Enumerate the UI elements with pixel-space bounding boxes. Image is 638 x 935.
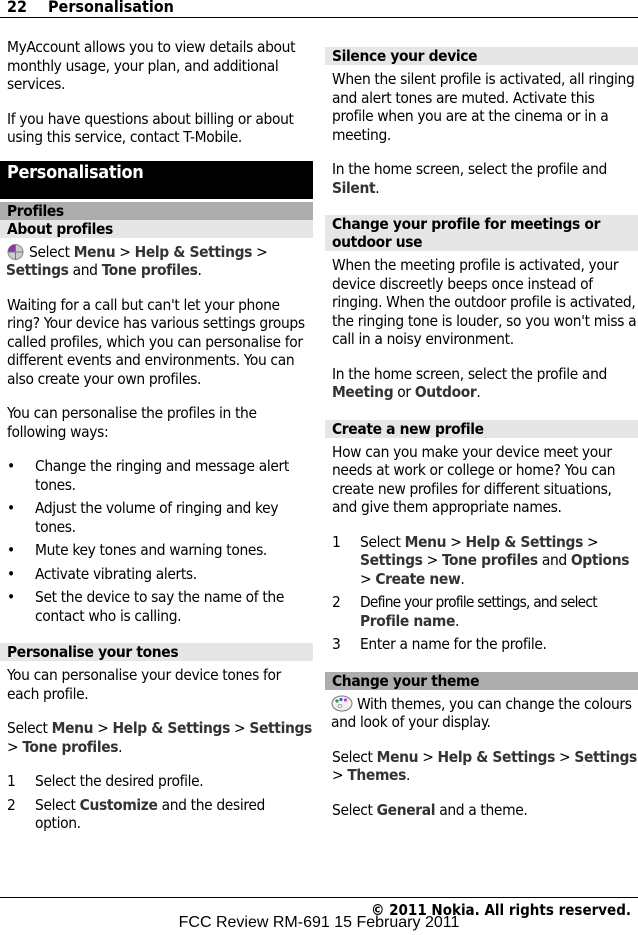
topic-title: Silence your device: [325, 47, 638, 65]
instruction: In the home screen, select the profile a…: [332, 364, 607, 402]
list-item: • Change the ringing and message alert to…: [7, 457, 289, 494]
settings-app-icon: [7, 243, 24, 260]
section-title: Personalisation: [0, 160, 313, 199]
left-column: MyAccount allows you to view details abo…: [0, 38, 313, 849]
list-item: 2 Select Customize and the desired option…: [7, 795, 265, 833]
topic-title: Personalise your tones: [0, 643, 313, 661]
intro-paragraph: MyAccount allows you to view details abo…: [7, 38, 296, 93]
list-item: • Activate vibrating alerts.: [7, 564, 197, 583]
navigation-path: Select Menu > Help & Settings > Settings…: [6, 242, 268, 280]
list-item: 3 Enter a name for the profile.: [332, 635, 547, 653]
list-item: • Set the device to say the name of the c…: [7, 588, 285, 625]
topic-title: About profiles: [0, 219, 313, 238]
body-paragraph: How can you make your device meet your n…: [332, 442, 616, 517]
chapter-title: Personalisation: [48, 0, 174, 16]
body-paragraph: When the silent profile is activated, al…: [332, 70, 635, 144]
navigation-path: Select Menu > Help & Settings > Settings…: [7, 719, 312, 756]
page-header: 22 Personalisation: [0, 0, 638, 18]
topic-title: Create a new profile: [325, 419, 638, 438]
body-paragraph: You can personalise the profiles in the …: [7, 404, 257, 441]
navigation-path: Select Menu > Help & Settings > Settings…: [332, 747, 637, 785]
list-item: 1 Select the desired profile.: [7, 772, 204, 790]
list-item: 1 Select Menu > Help & Settings > Setting…: [332, 532, 630, 588]
themes-palette-icon: [331, 695, 353, 711]
bullet-list: • Change the ringing and message alert to…: [0, 457, 313, 625]
body-paragraph: You can personalise your device tones fo…: [7, 666, 281, 703]
list-item: • Adjust the volume of ringing and key to…: [7, 499, 279, 536]
topic-title: Change your theme: [325, 671, 638, 690]
body-paragraph: With themes, you can change the colours …: [331, 694, 632, 732]
steps-list: 1 Select Menu > Help & Settings > Setting…: [325, 533, 638, 654]
body-paragraph: Waiting for a call but can't let your ph…: [7, 295, 305, 388]
list-item: • Mute key tones and warning tones.: [7, 541, 267, 559]
subsection-title: Profiles: [0, 201, 313, 220]
instruction: In the home screen, select the profile a…: [332, 160, 607, 197]
page-number: 22: [7, 0, 28, 16]
intro-paragraph: If you have questions about billing or a…: [7, 109, 294, 147]
right-column: Silence your device When the silent prof…: [325, 47, 638, 835]
body-paragraph: When the meeting profile is activated, y…: [332, 256, 637, 348]
page-footer: © 2011 Nokia. All rights reserved.: [0, 897, 638, 919]
fcc-review-note: FCC Review RM-691 15 February 2011: [178, 914, 460, 931]
list-item: 2 Define your profile settings, and selec…: [332, 593, 598, 630]
steps-list: 1 Select the desired profile. 2 Select Cus…: [0, 772, 313, 833]
topic-title: Change your profile for meetings or outd…: [325, 215, 638, 251]
instruction: Select General and a theme.: [332, 800, 528, 819]
